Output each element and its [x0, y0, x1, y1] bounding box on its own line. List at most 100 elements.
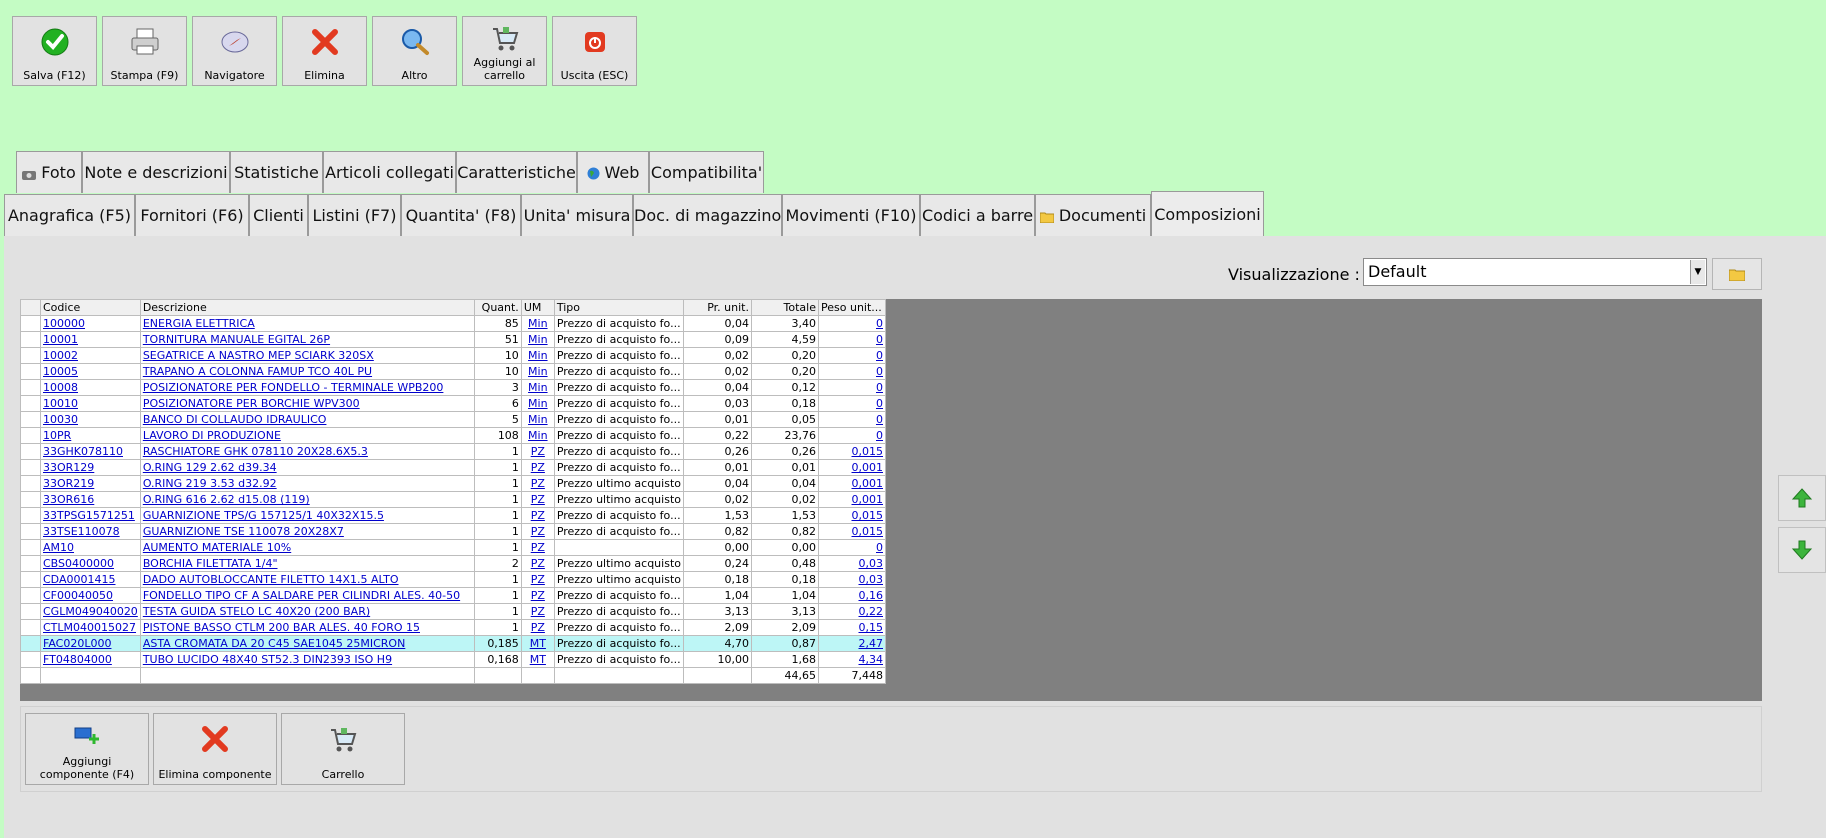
cell-link[interactable]: 0,22	[859, 605, 884, 618]
cart-button[interactable]: Carrello	[281, 713, 405, 785]
cell-link[interactable]: PZ	[531, 573, 545, 586]
move-up-button[interactable]	[1778, 475, 1826, 521]
table-cell[interactable]: 10PR	[40, 427, 141, 444]
exit-button[interactable]: Uscita (ESC)	[552, 16, 637, 86]
cell-link[interactable]: 4,34	[859, 653, 884, 666]
table-cell[interactable]: 0	[818, 315, 886, 332]
table-row[interactable]: CF00040050 FONDELLO TIPO CF A SALDARE PER…	[20, 587, 886, 604]
cell-link[interactable]: Min	[528, 317, 548, 330]
table-row[interactable]: 33TPSG1571251 GUARNIZIONE TPS/G 157125/1 …	[20, 507, 886, 524]
cell-link[interactable]: FONDELLO TIPO CF A SALDARE PER CILINDRI …	[143, 589, 460, 602]
table-cell[interactable]: 0,22	[818, 603, 886, 620]
table-cell[interactable]: PZ	[520, 523, 555, 540]
row-selector[interactable]	[20, 491, 41, 508]
cell-link[interactable]: 0	[876, 349, 883, 362]
tab-articoli-collegati[interactable]: Articoli collegati	[323, 151, 456, 193]
table-cell[interactable]: 0	[818, 363, 886, 380]
cell-link[interactable]: PZ	[531, 509, 545, 522]
cell-link[interactable]: 0,15	[859, 621, 884, 634]
table-cell[interactable]: FONDELLO TIPO CF A SALDARE PER CILINDRI …	[139, 587, 475, 604]
cell-link[interactable]: PISTONE BASSO CTLM 200 BAR ALES. 40 FORO…	[143, 621, 420, 634]
cell-link[interactable]: 0	[876, 413, 883, 426]
cell-link[interactable]: 10005	[43, 365, 78, 378]
table-cell[interactable]: 10030	[40, 411, 141, 428]
table-cell[interactable]: DADO AUTOBLOCCANTE FILETTO 14X1.5 ALTO	[139, 571, 475, 588]
cell-link[interactable]: ENERGIA ELETTRICA	[143, 317, 255, 330]
cell-link[interactable]: DADO AUTOBLOCCANTE FILETTO 14X1.5 ALTO	[143, 573, 399, 586]
table-cell[interactable]: FT04804000	[40, 651, 141, 668]
table-cell[interactable]: BORCHIA FILETTATA 1/4"	[139, 555, 475, 572]
cell-link[interactable]: PZ	[531, 525, 545, 538]
table-cell[interactable]: TUBO LUCIDO 48X40 ST52.3 DIN2393 ISO H9	[139, 651, 475, 668]
table-cell[interactable]: Min	[520, 347, 555, 364]
table-cell[interactable]: POSIZIONATORE PER BORCHIE WPV300	[139, 395, 475, 412]
cell-link[interactable]: 100000	[43, 317, 85, 330]
cell-link[interactable]: 33TPSG1571251	[43, 509, 135, 522]
cell-link[interactable]: 10002	[43, 349, 78, 362]
cell-link[interactable]: POSIZIONATORE PER BORCHIE WPV300	[143, 397, 360, 410]
tab-unita-misura[interactable]: Unita' misura	[521, 194, 633, 236]
cell-link[interactable]: Min	[528, 429, 548, 442]
table-cell[interactable]: O.RING 219 3.53 d32.92	[139, 475, 475, 492]
add-cart-button[interactable]: Aggiungi al carrello	[462, 16, 547, 86]
table-cell[interactable]: PZ	[520, 571, 555, 588]
cell-link[interactable]: FT04804000	[43, 653, 112, 666]
cell-link[interactable]: CTLM040015027	[43, 621, 136, 634]
table-cell[interactable]: LAVORO DI PRODUZIONE	[139, 427, 475, 444]
table-cell[interactable]: ASTA CROMATA DA 20 C45 SAE1045 25MICRON	[139, 635, 475, 652]
row-selector[interactable]	[20, 635, 41, 652]
table-cell[interactable]: 10008	[40, 379, 141, 396]
table-cell[interactable]: 0,001	[818, 475, 886, 492]
move-down-button[interactable]	[1778, 527, 1826, 573]
cell-link[interactable]: MT	[530, 637, 546, 650]
table-cell[interactable]: PZ	[520, 539, 555, 556]
table-cell[interactable]: PZ	[520, 475, 555, 492]
tab-statistiche[interactable]: Statistiche	[230, 151, 323, 193]
print-button[interactable]: Stampa (F9)	[102, 16, 187, 86]
tab-caratteristiche[interactable]: Caratteristiche	[456, 151, 577, 193]
table-cell[interactable]: CDA0001415	[40, 571, 141, 588]
table-cell[interactable]: 33OR129	[40, 459, 141, 476]
table-cell[interactable]: PZ	[520, 587, 555, 604]
table-cell[interactable]: Min	[520, 395, 555, 412]
tab-listini[interactable]: Listini (F7)	[308, 194, 401, 236]
add-component-button[interactable]: Aggiungi componente (F4)	[25, 713, 149, 785]
table-row[interactable]: 10PR LAVORO DI PRODUZIONE 108 Min Prezzo di …	[20, 427, 886, 444]
tab-compatibilita[interactable]: Compatibilita'	[649, 151, 764, 193]
tab-clienti[interactable]: Clienti	[249, 194, 308, 236]
row-selector[interactable]	[20, 315, 41, 332]
table-cell[interactable]: 10005	[40, 363, 141, 380]
header-pr-unit[interactable]: Pr. unit.	[683, 299, 752, 316]
table-cell[interactable]: 0,015	[818, 523, 886, 540]
table-cell[interactable]: Min	[520, 411, 555, 428]
cell-link[interactable]: 0,001	[852, 461, 884, 474]
table-cell[interactable]: PZ	[520, 507, 555, 524]
row-selector[interactable]	[20, 651, 41, 668]
cell-link[interactable]: BORCHIA FILETTATA 1/4"	[143, 557, 278, 570]
table-cell[interactable]: TORNITURA MANUALE EGITAL 26P	[139, 331, 475, 348]
table-cell[interactable]: 33OR219	[40, 475, 141, 492]
cell-link[interactable]: 33OR616	[43, 493, 94, 506]
table-cell[interactable]: PZ	[520, 443, 555, 460]
cell-link[interactable]: 10030	[43, 413, 78, 426]
cell-link[interactable]: PZ	[531, 605, 545, 618]
cell-link[interactable]: Min	[528, 413, 548, 426]
table-cell[interactable]: SEGATRICE A NASTRO MEP SCIARK 320SX	[139, 347, 475, 364]
cell-link[interactable]: SEGATRICE A NASTRO MEP SCIARK 320SX	[143, 349, 374, 362]
cell-link[interactable]: GUARNIZIONE TSE 110078 20X28X7	[143, 525, 344, 538]
cell-link[interactable]: LAVORO DI PRODUZIONE	[143, 429, 281, 442]
table-cell[interactable]: 0	[818, 411, 886, 428]
table-cell[interactable]: 10010	[40, 395, 141, 412]
table-cell[interactable]: TRAPANO A COLONNA FAMUP TCO 40L PU	[139, 363, 475, 380]
table-cell[interactable]: PZ	[520, 459, 555, 476]
cell-link[interactable]: O.RING 219 3.53 d32.92	[143, 477, 277, 490]
table-cell[interactable]: 0	[818, 379, 886, 396]
header-peso-unit[interactable]: Peso unit...	[818, 299, 886, 316]
table-cell[interactable]: AM10	[40, 539, 141, 556]
table-row[interactable]: 10005 TRAPANO A COLONNA FAMUP TCO 40L PU 1…	[20, 363, 886, 380]
table-row[interactable]: FT04804000 TUBO LUCIDO 48X40 ST52.3 DIN23…	[20, 651, 886, 668]
table-cell[interactable]: 10001	[40, 331, 141, 348]
row-selector[interactable]	[20, 507, 41, 524]
cell-link[interactable]: 0,03	[859, 573, 884, 586]
cell-link[interactable]: 0,015	[852, 509, 884, 522]
